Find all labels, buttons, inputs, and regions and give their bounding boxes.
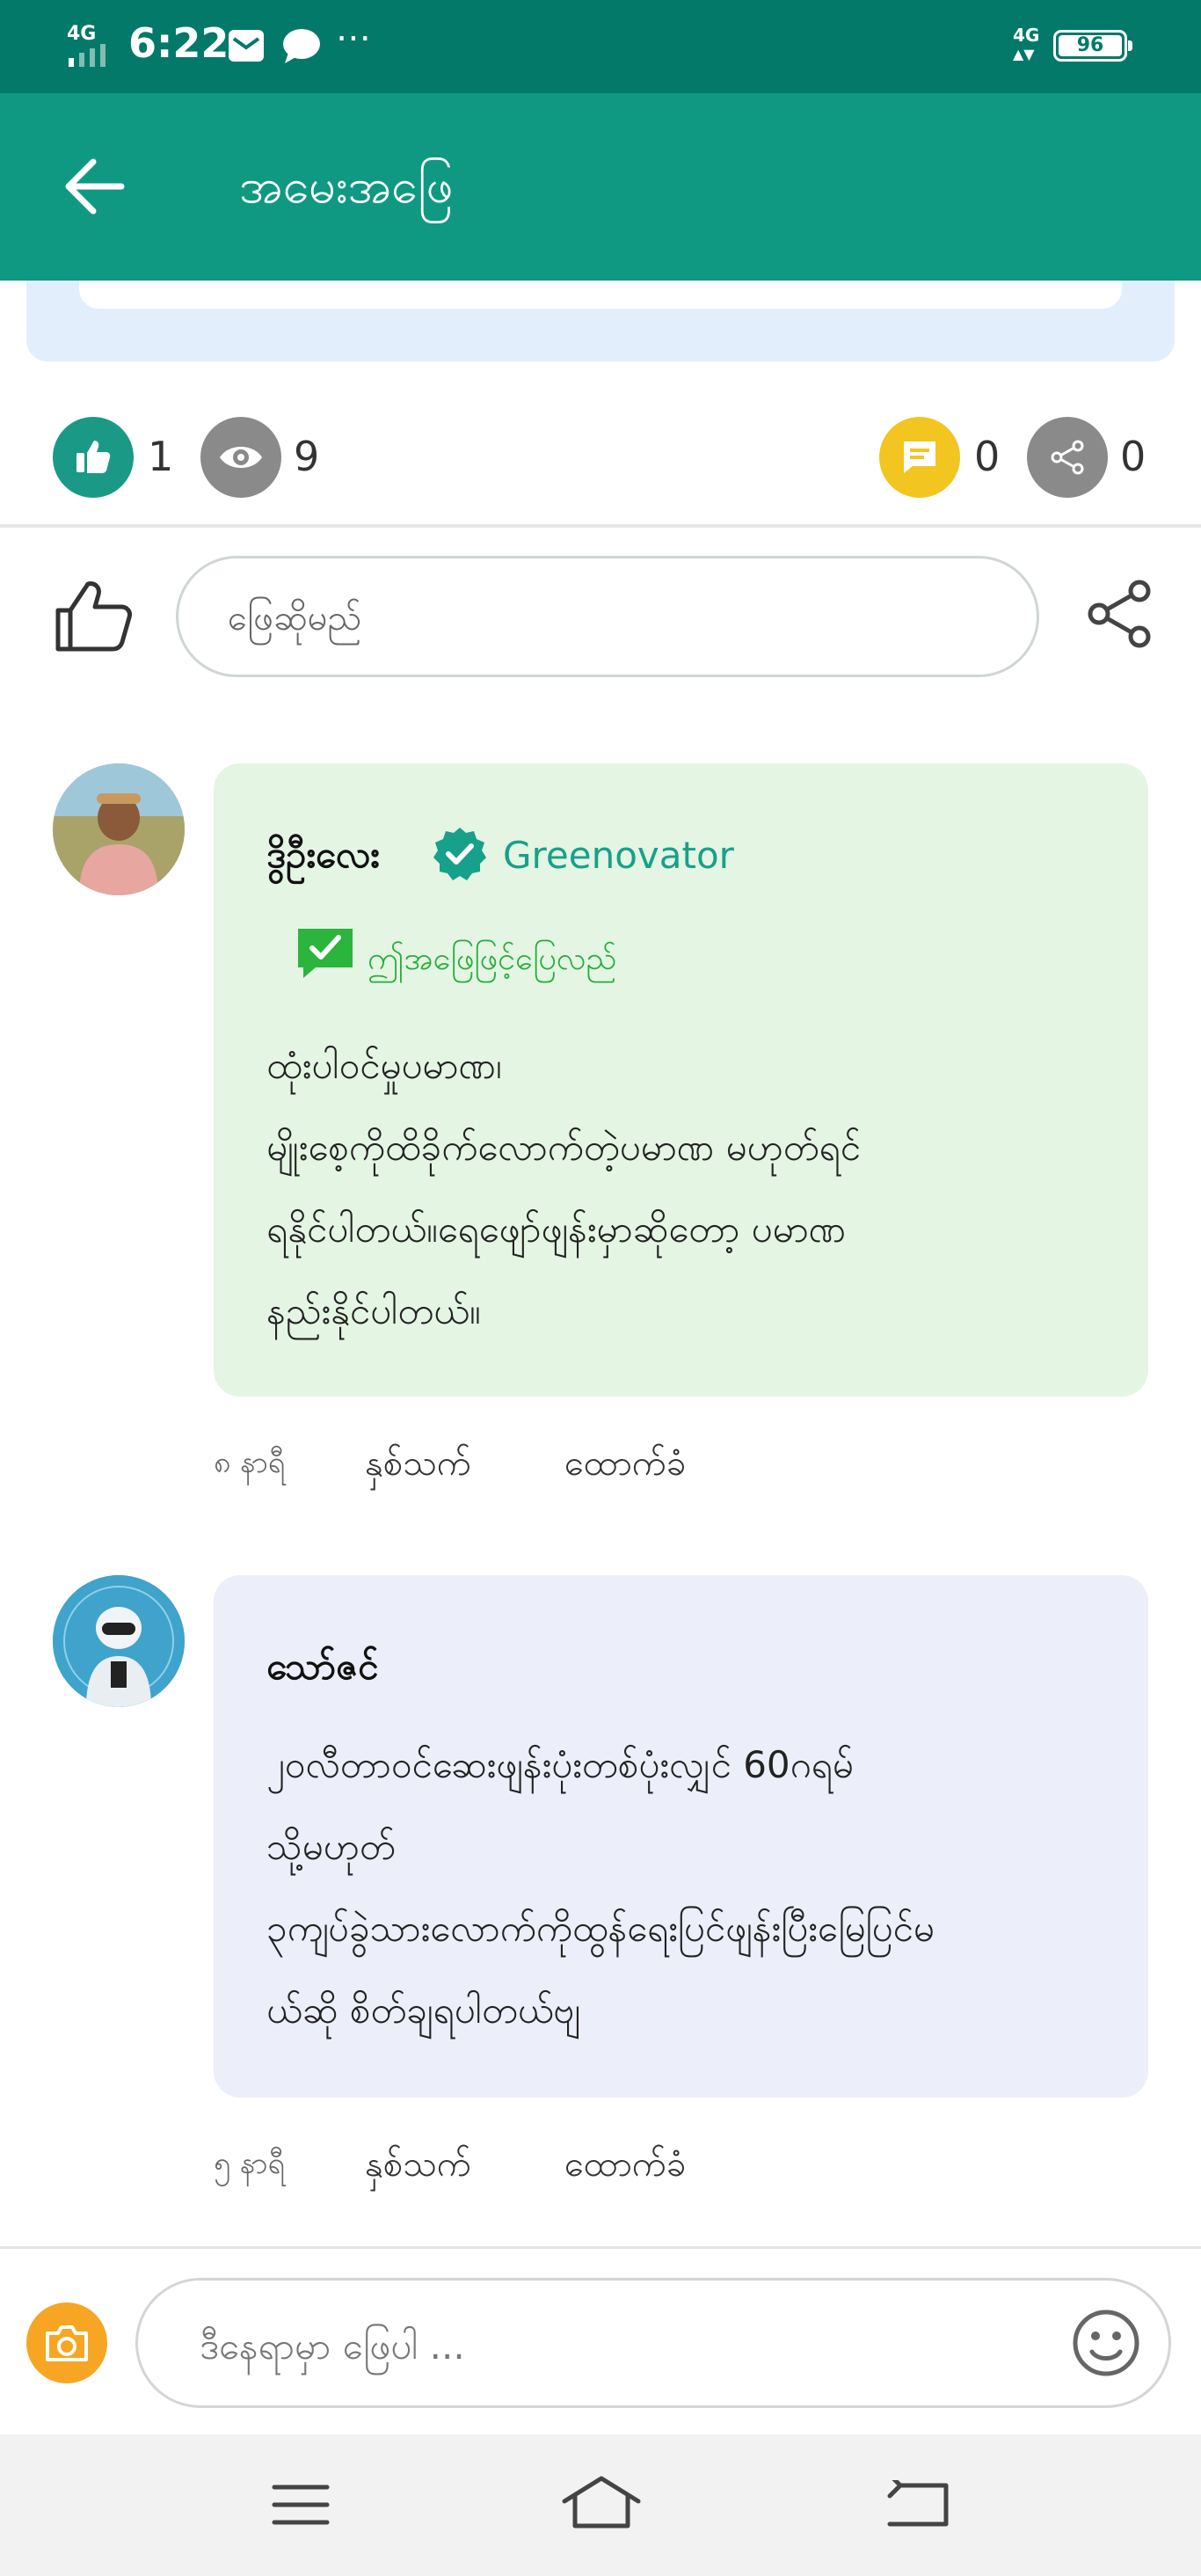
robot-photo — [53, 1575, 185, 1707]
camera-button[interactable] — [26, 2302, 107, 2383]
thumbs-up-icon — [76, 441, 111, 473]
mail-icon — [229, 30, 264, 62]
comment-time: ၅ နာရီ — [214, 2146, 286, 2181]
home-icon[interactable] — [559, 2473, 644, 2533]
comment-text-line: ယ်ဆို စိတ်ချရပါတယ်ဗျ — [266, 1989, 581, 2032]
data-4g-icon: 4G ▲▼ — [1013, 25, 1040, 62]
comment-text-line: ၃ကျပ်ခွဲသားလောက်ကိုထွန်ရေးပြင်ဖျန်းပြီးမ… — [266, 1907, 935, 1950]
share-count-button[interactable] — [1027, 417, 1108, 498]
eye-icon — [220, 447, 262, 468]
answer-input[interactable]: ဖြေဆိုမည် — [176, 556, 1039, 677]
status-bar: 4G 6:22 ⋯ 4G ▲▼ 96 — [0, 0, 1201, 93]
avatar[interactable] — [53, 1575, 185, 1707]
camera-icon — [46, 2325, 88, 2361]
app-bar: အမေးအဖြေ — [0, 93, 1201, 281]
more-notifications-icon: ⋯ — [336, 18, 371, 58]
accepted-answer-label: ဤအဖြေဖြင့်ပြေလည် — [368, 941, 617, 977]
battery-icon: 96 — [1053, 30, 1132, 62]
comment-time: ၈ နာရီ — [214, 1445, 286, 1480]
comment-count-button[interactable] — [879, 417, 960, 498]
like-comment-button[interactable]: နှစ်သက် — [365, 2142, 471, 2193]
thumbs-up-outline-icon[interactable] — [53, 577, 134, 654]
view-count-indicator — [200, 417, 281, 498]
signal-icon — [69, 44, 118, 67]
comment-count: 0 — [974, 433, 1001, 480]
view-count: 9 — [294, 433, 320, 480]
page-title: အမေးအဖြေ — [239, 158, 454, 214]
like-count-button[interactable] — [53, 417, 134, 498]
answer-input-placeholder: ဖြေဆိုမည် — [228, 598, 362, 639]
comment-text-line: သို့မဟုတ် — [266, 1825, 396, 1868]
message-input-placeholder: ဒီနေရာမှာ ဖြေပါ ... — [200, 2324, 465, 2368]
comment-icon — [904, 441, 935, 473]
support-comment-button[interactable]: ထောက်ခံ — [564, 1441, 686, 1492]
menu-icon[interactable] — [271, 2480, 331, 2529]
comment-text-line: နည်းနိုင်ပါတယ်။ — [266, 1289, 481, 1332]
comment-text-line: ထုံးပါဝင်မှုပမာဏ၊ — [266, 1044, 502, 1087]
comment-author[interactable]: ဒွိဦးလေး — [266, 831, 380, 886]
like-count: 1 — [148, 433, 174, 480]
comment-author[interactable]: သော်ဇင် — [266, 1643, 378, 1697]
comment-text-line: မျိုးစေ့ကိုထိခိုက်လောက်တဲ့ပမာဏ မဟုတ်ရင် — [266, 1126, 861, 1169]
system-nav-bar — [0, 2434, 1201, 2576]
accepted-answer-icon — [298, 929, 353, 978]
comment-text-line: ၂၀လီတာဝင်ဆေးဖျန်းပုံးတစ်ပုံးလျှင် 60ဂရမ် — [266, 1743, 854, 1786]
like-comment-button[interactable]: နှစ်သက် — [365, 1441, 471, 1492]
question-card — [26, 281, 1175, 361]
divider — [0, 524, 1201, 528]
avatar[interactable] — [53, 763, 185, 895]
share-outline-icon[interactable] — [1083, 577, 1157, 651]
verified-badge-icon — [433, 828, 486, 880]
share-count: 0 — [1120, 433, 1146, 480]
clock: 6:22 — [128, 19, 229, 67]
back-nav-icon[interactable] — [883, 2480, 953, 2529]
comment-author-role: Greenovator — [503, 834, 734, 877]
message-input[interactable]: ဒီနေရာမှာ ဖြေပါ ... — [135, 2278, 1171, 2408]
emoji-icon[interactable] — [1071, 2308, 1141, 2378]
back-arrow-icon[interactable] — [62, 157, 127, 216]
network-type: 4G — [67, 23, 97, 45]
battery-level: 96 — [1059, 35, 1122, 56]
person-photo — [53, 763, 185, 895]
comment-text-line: ရနိုင်ပါတယ်။ရေဖျော်ဖျန်းမှာဆိုတော့ ပမာဏ — [266, 1208, 847, 1251]
support-comment-button[interactable]: ထောက်ခံ — [564, 2142, 686, 2193]
chat-bubble-icon — [283, 29, 320, 63]
share-icon — [1051, 440, 1084, 475]
